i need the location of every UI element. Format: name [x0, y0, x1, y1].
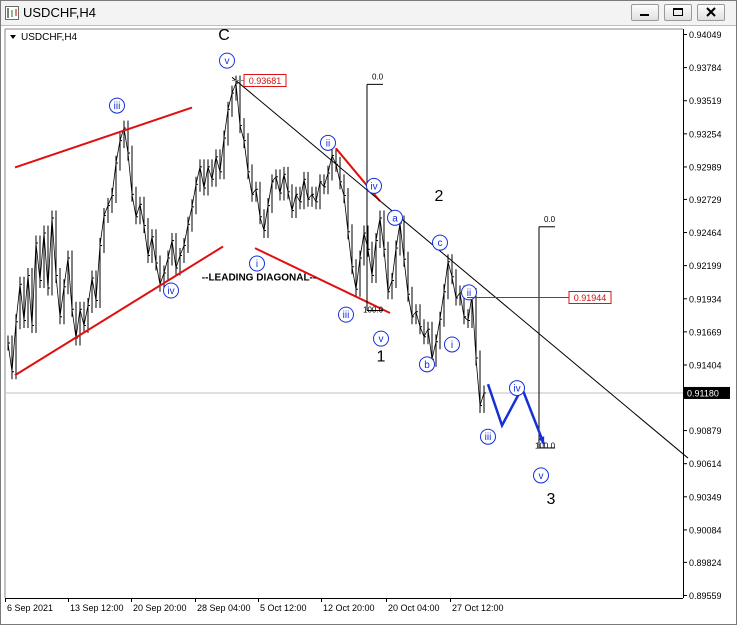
wave-label: i: [451, 340, 453, 351]
fib-level-label: 0.0: [372, 72, 384, 81]
fib-level-label: 100.0: [535, 442, 556, 451]
wave-label: iii: [485, 432, 492, 443]
wave-degree-label: C: [218, 27, 230, 44]
symbol-label: USDCHF,H4: [21, 32, 78, 43]
price-axis-label: 0.89824: [689, 558, 722, 568]
leading-diagonal-annotation: --LEADING DIAGONAL--: [202, 273, 316, 284]
time-axis-label: 13 Sep 12:00: [70, 603, 124, 613]
wave-label: iv: [513, 384, 520, 395]
price-axis-label: 0.91404: [689, 360, 722, 370]
price-axis-label: 0.94049: [689, 30, 722, 40]
price-axis-label: 0.92199: [689, 261, 722, 271]
wave-label: a: [392, 213, 398, 224]
price-axis-label: 0.90084: [689, 525, 722, 535]
wave-label: ii: [326, 138, 330, 149]
wave-label: c: [438, 238, 443, 249]
price-level-label: 0.93681: [249, 76, 282, 86]
wave-label: v: [539, 471, 544, 482]
time-axis-label: 12 Oct 20:00: [323, 603, 375, 613]
wave-label: iv: [167, 286, 174, 297]
window-title: USDCHF,H4: [23, 5, 96, 20]
fib-level-label: 100.0: [363, 305, 384, 314]
wave-label: iii: [343, 310, 350, 321]
chart-background: [1, 26, 736, 624]
current-price-label: 0.91180: [687, 388, 719, 398]
wave-label: b: [424, 360, 430, 371]
time-axis-label: 20 Sep 20:00: [133, 603, 187, 613]
fib-level-label: 0.0: [544, 215, 556, 224]
wave-label: iii: [114, 101, 121, 112]
wave-label: v: [225, 56, 230, 67]
time-axis-label: 6 Sep 2021: [7, 603, 53, 613]
time-axis-label: 27 Oct 12:00: [452, 603, 504, 613]
window-titlebar[interactable]: USDCHF,H4: [1, 1, 736, 26]
minimize-icon: [640, 14, 649, 16]
chart-window: USDCHF,H4 USDCHF,H4 0.94049 0.93784 0.9351…: [0, 0, 737, 625]
wave-degree-label: 2: [435, 188, 444, 205]
wave-label: v: [379, 334, 384, 345]
time-axis-label: 28 Sep 04:00: [197, 603, 251, 613]
maximize-button[interactable]: [664, 4, 692, 21]
price-axis-label: 0.91934: [689, 294, 722, 304]
price-axis-label: 0.92989: [689, 162, 722, 172]
price-axis-label: 0.90349: [689, 492, 722, 502]
price-axis-label: 0.90879: [689, 426, 722, 436]
time-axis-label: 20 Oct 04:00: [388, 603, 440, 613]
price-axis-label: 0.93254: [689, 129, 722, 139]
price-axis-label: 0.92729: [689, 195, 722, 205]
price-axis-label: 0.91669: [689, 327, 722, 337]
wave-degree-label: 3: [547, 491, 556, 508]
wave-label: i: [256, 259, 258, 270]
minimize-button[interactable]: [631, 4, 659, 21]
chart-window-icon: [5, 6, 19, 20]
close-button[interactable]: [697, 4, 725, 21]
price-level-label: 0.91944: [574, 293, 607, 303]
wave-label: iv: [370, 181, 377, 192]
price-axis-label: 0.92464: [689, 228, 722, 238]
price-axis-label: 0.89559: [689, 591, 722, 601]
close-icon: [706, 7, 716, 17]
wave-degree-label: 1: [377, 349, 386, 366]
price-chart[interactable]: USDCHF,H4 0.94049 0.93784 0.93519 0.93254 0.…: [1, 26, 736, 624]
time-axis-label: 5 Oct 12:00: [260, 603, 307, 613]
price-axis-label: 0.90614: [689, 459, 722, 469]
price-axis-label: 0.93784: [689, 63, 722, 73]
restore-icon: [673, 8, 683, 16]
price-axis-label: 0.93519: [689, 96, 722, 106]
